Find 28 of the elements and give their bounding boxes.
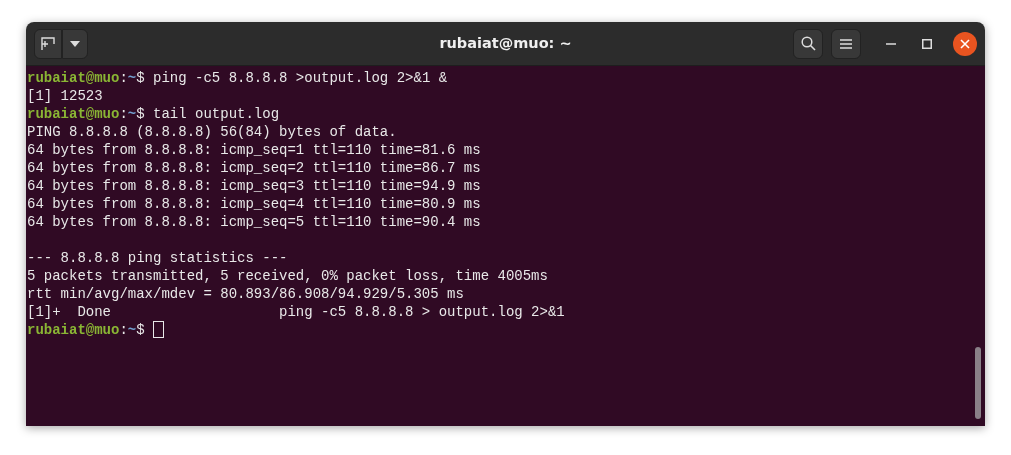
output-line: rtt min/avg/max/mdev = 80.893/86.908/94.929/5.305 ms <box>27 285 464 303</box>
new-tab-button[interactable] <box>34 28 62 59</box>
output-line: --- 8.8.8.8 ping statistics --- <box>27 249 288 267</box>
search-button[interactable] <box>793 28 823 59</box>
menu-icon <box>840 38 852 49</box>
close-button[interactable] <box>953 31 977 56</box>
output-line: [1] 12523 <box>27 87 103 105</box>
prompt-line: rubaiat@muo:~$ ping -c5 8.8.8.8 >output.log 2>&1 & <box>27 69 448 87</box>
menu-button[interactable] <box>831 28 861 59</box>
maximize-icon <box>922 38 932 49</box>
output-line: 64 bytes from 8.8.8.8: icmp_seq=3 ttl=110 time=94.9 ms <box>27 177 481 195</box>
minimize-icon <box>886 42 896 45</box>
close-icon <box>960 38 970 49</box>
new-tab-icon <box>41 36 55 51</box>
prompt-line: rubaiat@muo:~$ tail output.log <box>27 105 280 123</box>
output-line: 64 bytes from 8.8.8.8: icmp_seq=5 ttl=110 time=90.4 ms <box>27 213 481 231</box>
output-line: 64 bytes from 8.8.8.8: icmp_seq=1 ttl=110 time=81.6 ms <box>27 141 481 159</box>
dropdown-button[interactable] <box>62 28 88 59</box>
output-line: 64 bytes from 8.8.8.8: icmp_seq=2 ttl=110 time=86.7 ms <box>27 159 481 177</box>
window-title: rubaiat@muo: ~ <box>438 33 573 53</box>
prompt-line: rubaiat@muo:~$ <box>27 321 145 339</box>
search-icon <box>800 36 816 51</box>
caret-icon <box>70 40 80 47</box>
output-line: [1]+ Done ping -c5 8.8.8.8 > output.log 2>&1 <box>27 303 565 321</box>
output-line: PING 8.8.8.8 (8.8.8.8) 56(84) bytes of data. <box>27 123 397 141</box>
scrollbar-thumb[interactable] <box>975 347 981 419</box>
output-line: 5 packets transmitted, 5 received, 0% packet loss, time 4005ms <box>27 267 548 285</box>
output-line: 64 bytes from 8.8.8.8: icmp_seq=4 ttl=110 time=80.9 ms <box>27 195 481 213</box>
